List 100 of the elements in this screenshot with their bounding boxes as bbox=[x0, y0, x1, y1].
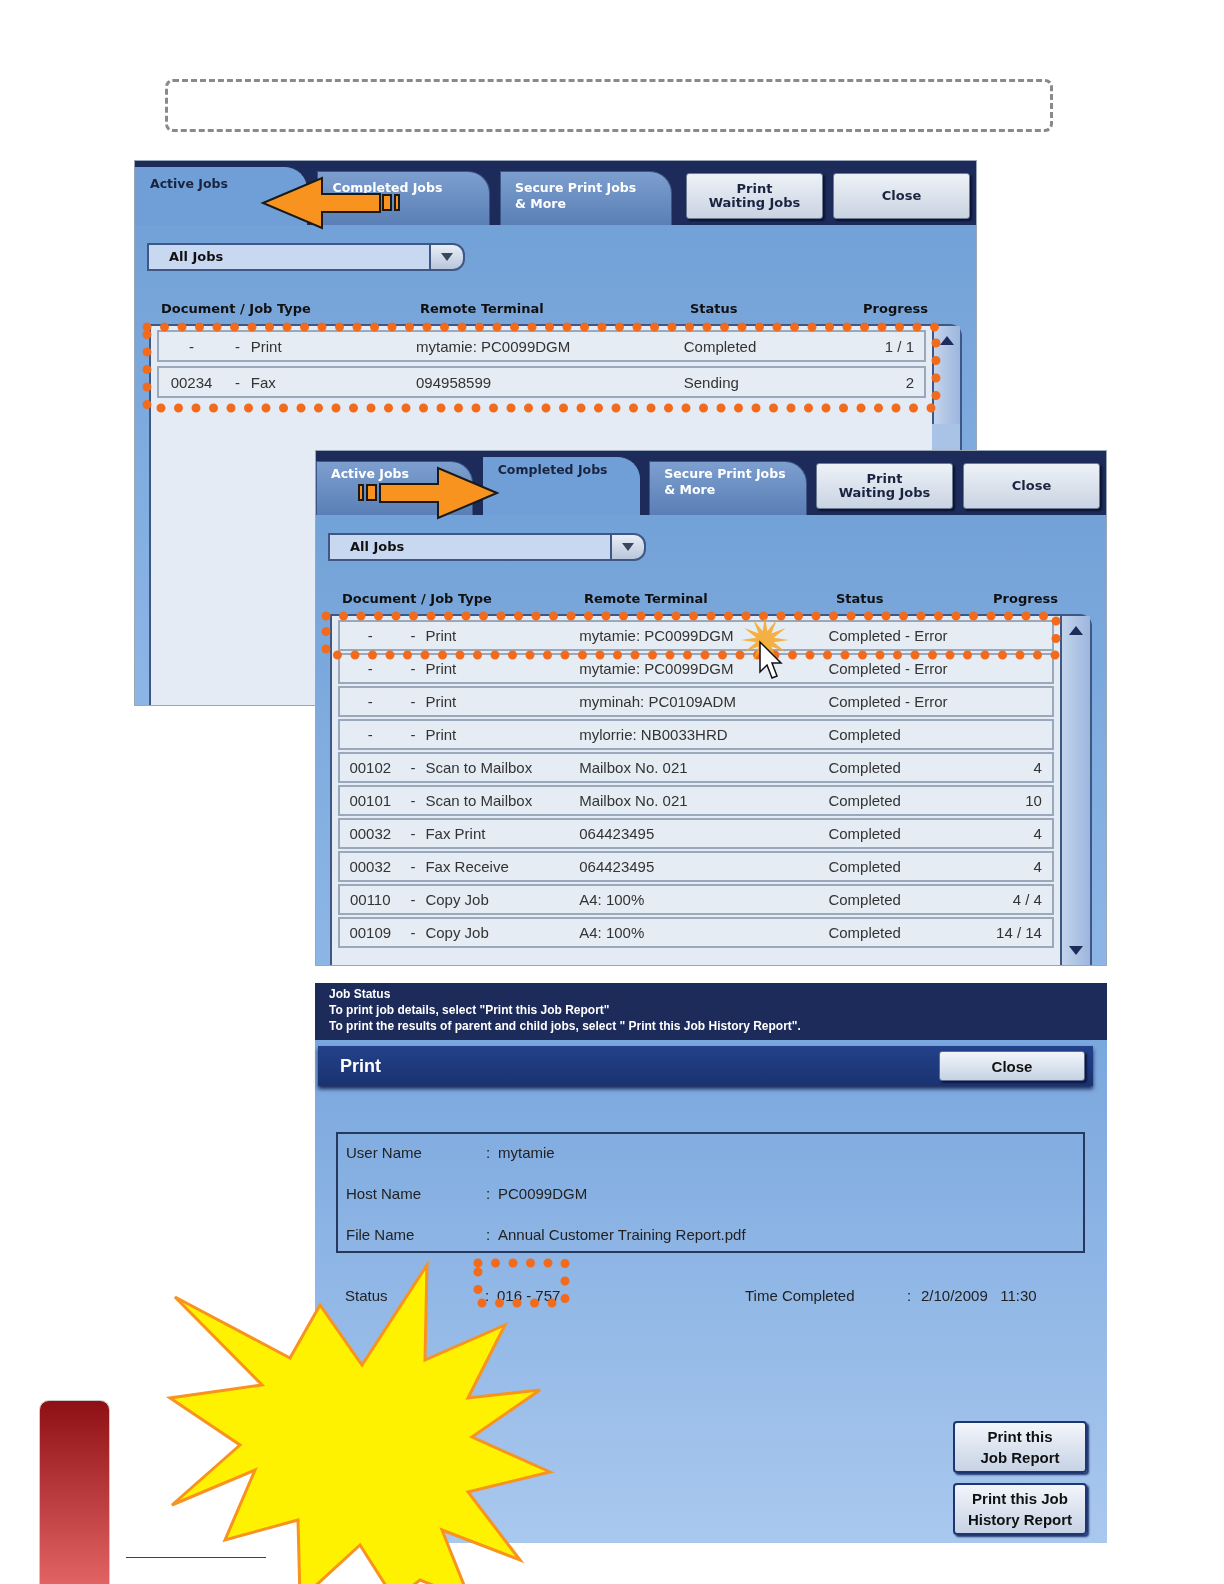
remote-terminal: 064423495 bbox=[579, 858, 656, 875]
job-row[interactable]: - - Print mytamie: PC0099DGM Completed - Error bbox=[338, 620, 1054, 651]
field-label: Time Completed bbox=[745, 1287, 856, 1304]
separator: - bbox=[409, 858, 417, 875]
job-type: Fax Receive bbox=[425, 858, 510, 875]
job-status: Completed - Error bbox=[828, 660, 949, 677]
remote-terminal: 064423495 bbox=[579, 825, 656, 842]
field-label: File Name bbox=[346, 1226, 416, 1243]
job-type: Copy Job bbox=[425, 891, 490, 908]
job-status: Completed bbox=[828, 858, 902, 875]
print-waiting-jobs-button[interactable]: Print Waiting Jobs bbox=[686, 173, 823, 219]
document-number: 00032 bbox=[348, 858, 393, 875]
job-status: Completed bbox=[828, 891, 902, 908]
job-type: Scan to Mailbox bbox=[425, 759, 534, 776]
print-job-report-button[interactable]: Print this Job Report bbox=[953, 1421, 1087, 1473]
job-row[interactable]: 00110 - Copy Job A4: 100% Completed 4 / 4 bbox=[338, 884, 1054, 915]
job-row[interactable]: 00032 - Fax Receive 064423495 Completed 4 bbox=[338, 851, 1054, 882]
job-row[interactable]: 00234 - Fax 094958599 Sending 2 bbox=[157, 366, 926, 398]
job-row[interactable]: 00032 - Fax Print 064423495 Completed 4 bbox=[338, 818, 1054, 849]
page-count: 10 bbox=[1024, 792, 1043, 809]
colon: : bbox=[907, 1287, 913, 1304]
job-row[interactable]: - - Print mytamie: PC0099DGM Completed 1 / 1 bbox=[157, 330, 926, 362]
job-type: Copy Job bbox=[425, 924, 490, 941]
job-type: Scan to Mailbox bbox=[425, 792, 534, 809]
column-header: Progress bbox=[992, 591, 1059, 606]
document-number: - bbox=[366, 726, 374, 743]
remote-terminal: Mailbox No. 021 bbox=[579, 792, 689, 809]
page-count: 4 / 4 bbox=[1011, 891, 1043, 908]
job-row[interactable]: - - Print mylorrie: NB0033HRD Completed bbox=[338, 719, 1054, 750]
scroll-up-icon[interactable] bbox=[940, 336, 954, 345]
caret-icon bbox=[622, 543, 634, 551]
job-status: Completed bbox=[828, 726, 902, 743]
job-type: Print bbox=[425, 693, 458, 710]
job-type: Fax Print bbox=[425, 825, 487, 842]
tab[interactable]: Active Jobs bbox=[135, 167, 308, 225]
document-number: - bbox=[366, 693, 374, 710]
job-row[interactable]: 00109 - Copy Job A4: 100% Completed 14 / 14 bbox=[338, 917, 1054, 948]
dropdown-button[interactable] bbox=[431, 243, 465, 271]
job-row[interactable]: 00101 - Scan to Mailbox Mailbox No. 021 Completed 10 bbox=[338, 785, 1054, 816]
separator: - bbox=[409, 891, 417, 908]
scrollbar[interactable] bbox=[1060, 616, 1090, 965]
job-status: Completed bbox=[828, 792, 902, 809]
separator: - bbox=[233, 373, 241, 391]
page-count: 4 bbox=[1032, 858, 1043, 875]
job-type: Print bbox=[425, 627, 458, 644]
document-number: 00102 bbox=[348, 759, 393, 776]
cursor-drawing bbox=[741, 616, 789, 679]
field-label: User Name bbox=[346, 1144, 423, 1161]
separator: - bbox=[409, 792, 417, 809]
dropdown-button[interactable] bbox=[612, 533, 646, 561]
field-label: Host Name bbox=[346, 1185, 423, 1202]
document-number: 00101 bbox=[348, 792, 393, 809]
job-type: Print bbox=[425, 726, 458, 743]
separator: - bbox=[409, 693, 417, 710]
page-count: 4 bbox=[1032, 825, 1043, 842]
column-header: Remote Terminal bbox=[583, 591, 709, 606]
job-type: Print bbox=[425, 660, 458, 677]
column-header: Status bbox=[689, 301, 739, 316]
colon: : bbox=[486, 1185, 492, 1202]
separator: - bbox=[409, 627, 417, 644]
separator: - bbox=[409, 924, 417, 941]
colon: : bbox=[486, 1226, 492, 1243]
close-button[interactable]: Close bbox=[963, 463, 1100, 509]
job-status: Sending bbox=[683, 373, 740, 391]
scroll-down-icon[interactable] bbox=[1069, 946, 1083, 955]
field-value: 2/10/2009 11:30 bbox=[921, 1287, 1038, 1304]
window-title: Job Status bbox=[329, 986, 392, 1002]
job-type: Print bbox=[250, 337, 283, 355]
separator: - bbox=[233, 337, 241, 355]
print-job-history-report-button[interactable]: Print this Job History Report bbox=[953, 1483, 1087, 1535]
caret-icon bbox=[441, 253, 453, 261]
filter-dropdown[interactable]: All Jobs bbox=[147, 243, 431, 271]
scroll-up-icon[interactable] bbox=[1069, 626, 1083, 635]
column-header: Status bbox=[835, 591, 885, 606]
job-row[interactable]: - - Print myminah: PC0109ADM Completed - Error bbox=[338, 686, 1054, 717]
field-value: mytamie bbox=[498, 1144, 556, 1161]
remote-terminal: mytamie: PC0099DGM bbox=[579, 660, 735, 677]
document-number: - bbox=[366, 627, 374, 644]
close-button[interactable]: Close bbox=[939, 1051, 1085, 1081]
document-number: 00032 bbox=[348, 825, 393, 842]
remote-terminal: mylorrie: NB0033HRD bbox=[579, 726, 729, 743]
separator: - bbox=[409, 726, 417, 743]
filter-dropdown[interactable]: All Jobs bbox=[328, 533, 612, 561]
close-button[interactable]: Close bbox=[833, 173, 970, 219]
tab[interactable]: Completed Jobs bbox=[482, 457, 640, 515]
separator: - bbox=[409, 825, 417, 842]
job-row[interactable]: 00102 - Scan to Mailbox Mailbox No. 021 Completed 4 bbox=[338, 752, 1054, 783]
remote-terminal: A4: 100% bbox=[579, 924, 646, 941]
document-number: - bbox=[188, 337, 195, 355]
job-type: Fax bbox=[250, 373, 277, 391]
remote-terminal: mytamie: PC0099DGM bbox=[579, 627, 735, 644]
separator: - bbox=[409, 660, 417, 677]
colon: : bbox=[485, 1287, 491, 1304]
job-status: Completed - Error bbox=[828, 693, 949, 710]
job-status: Completed bbox=[828, 759, 902, 776]
page-count: 14 / 14 bbox=[995, 924, 1043, 941]
page-count: 4 bbox=[1032, 759, 1043, 776]
print-waiting-jobs-button[interactable]: Print Waiting Jobs bbox=[816, 463, 953, 509]
field-value: Annual Customer Training Report.pdf bbox=[498, 1226, 747, 1243]
field-value: PC0099DGM bbox=[498, 1185, 589, 1202]
